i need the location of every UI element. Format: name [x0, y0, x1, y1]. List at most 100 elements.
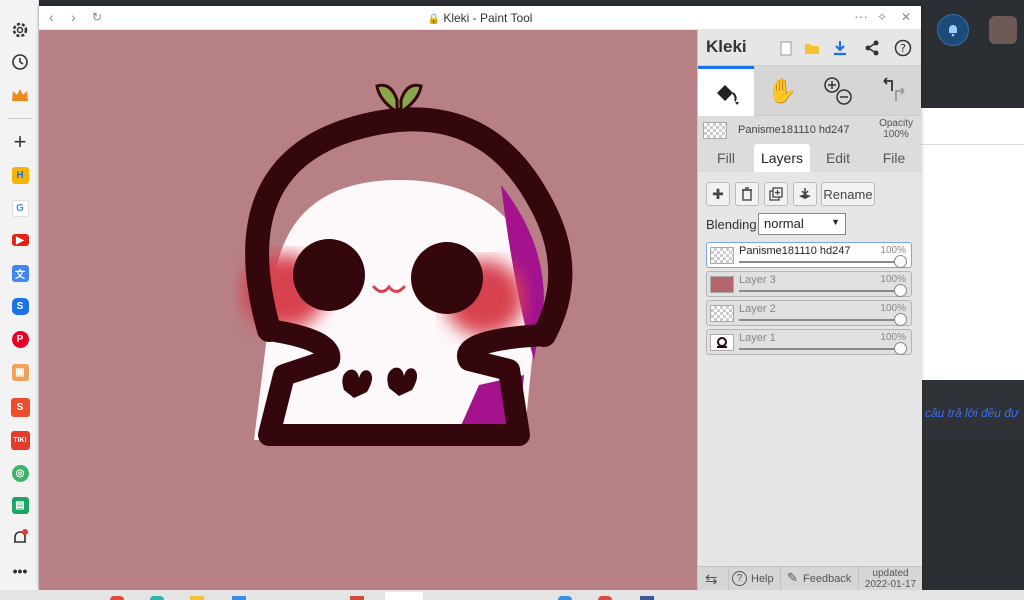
zoom-icon[interactable] — [810, 66, 866, 116]
updated-info: updated 2022-01-17 — [858, 567, 922, 591]
tiki-icon[interactable]: TIKI — [9, 429, 31, 451]
hand-icon[interactable]: ✋ — [754, 66, 810, 116]
kleki-window: ‹ › ↻ 🔒 Kleki - Paint Tool ··· ✧ ✕ Kleki… — [39, 6, 922, 591]
rename-button[interactable]: Rename — [821, 182, 875, 206]
new-file-icon[interactable] — [776, 38, 796, 58]
layer-opacity-slider[interactable] — [739, 290, 901, 292]
shopee-icon[interactable]: S — [9, 396, 31, 418]
pinterest-icon[interactable]: P — [9, 328, 31, 350]
brush-preview — [703, 122, 727, 139]
google-icon[interactable]: G — [9, 197, 31, 219]
layer-opacity-slider[interactable] — [739, 319, 901, 321]
sheet-icon[interactable]: ▤ — [9, 494, 31, 516]
drawing-canvas[interactable] — [39, 30, 697, 590]
taskbar-app-icon[interactable] — [385, 592, 423, 600]
taskbar-app-icon[interactable] — [640, 596, 654, 600]
blending-select[interactable]: normal ▼ — [758, 213, 846, 235]
layer-opacity-slider[interactable] — [739, 348, 901, 350]
page-content-block — [921, 108, 1024, 388]
open-folder-icon[interactable] — [802, 38, 822, 58]
browser-sidebar: + H G ▶ 文 S P ▣ S TIKI ◎ ▤ ••• — [0, 0, 39, 590]
opacity-value: 100% — [883, 129, 909, 140]
add-layer-button[interactable]: ✚ — [706, 182, 730, 206]
slider-knob[interactable] — [894, 284, 907, 297]
kleki-panel: Kleki ? ✋ Panisme181110 hd247 Opacity 10… — [697, 30, 922, 591]
slider-knob[interactable] — [894, 342, 907, 355]
layer-row[interactable]: Layer 3 100% — [706, 271, 912, 297]
feedback-button[interactable]: ✎ Feedback — [780, 567, 856, 591]
tab-fill[interactable]: Fill — [698, 144, 754, 172]
lock-icon: 🔒 — [427, 14, 440, 25]
layer-opacity-slider[interactable] — [739, 261, 901, 263]
share-icon[interactable] — [862, 38, 882, 58]
layer-name: Panisme181110 hd247 — [739, 245, 851, 257]
blending-label: Blending — [706, 217, 757, 232]
tab-edit[interactable]: Edit — [810, 144, 866, 172]
panel-footer: ⇆ ? Help ✎ Feedback updated 2022-01-17 — [698, 566, 922, 591]
tab-file[interactable]: File — [866, 144, 922, 172]
cashback-icon[interactable]: S — [9, 295, 31, 317]
swap-icon[interactable]: ⇆ — [705, 570, 718, 588]
panel-header: Kleki ? — [698, 30, 921, 66]
paint-bucket-tool[interactable] — [698, 66, 754, 116]
layer-name: Layer 1 — [739, 332, 776, 344]
crown-icon[interactable] — [9, 84, 31, 106]
pin-icon[interactable]: ✧ — [877, 10, 887, 24]
layer-thumbnail — [710, 305, 734, 322]
youtube-icon[interactable]: ▶ — [9, 229, 31, 251]
undo-redo-icon[interactable] — [866, 66, 922, 116]
chevron-down-icon: ▼ — [831, 217, 840, 227]
layer-row[interactable]: Layer 2 100% — [706, 300, 912, 326]
tool-bar: ✋ — [698, 66, 921, 116]
slider-knob[interactable] — [894, 313, 907, 326]
blending-value: normal — [764, 216, 804, 231]
help-button[interactable]: ? Help — [728, 567, 778, 591]
duplicate-layer-button[interactable] — [764, 182, 788, 206]
tab-layers[interactable]: Layers — [754, 144, 810, 172]
shop-icon[interactable]: ▣ — [9, 361, 31, 383]
help-icon[interactable]: ? — [893, 38, 913, 58]
layer-row[interactable]: Layer 1 100% — [706, 329, 912, 355]
merge-down-button[interactable] — [793, 182, 817, 206]
more-icon[interactable]: ••• — [9, 560, 31, 582]
layer-thumbnail — [710, 247, 734, 264]
title-bar: ‹ › ↻ 🔒 Kleki - Paint Tool ··· ✧ ✕ — [39, 6, 921, 30]
layer-name: Layer 2 — [739, 303, 776, 315]
opacity-label: Opacity — [879, 118, 913, 129]
history-icon[interactable] — [9, 51, 31, 73]
slider-knob[interactable] — [894, 255, 907, 268]
left-eye — [293, 239, 365, 311]
hotels-icon[interactable]: H — [9, 164, 31, 186]
background-page: câu trả lời đều đư — [921, 0, 1024, 590]
translate-icon[interactable]: 文 — [9, 262, 31, 284]
taskbar-app-icon[interactable] — [350, 596, 364, 600]
taskbar-app-icon[interactable] — [190, 596, 204, 600]
taskbar-app-icon[interactable] — [558, 596, 572, 600]
layer-thumbnail — [710, 276, 734, 293]
add-icon[interactable]: + — [9, 129, 31, 154]
brush-row: Panisme181110 hd247 Opacity 100% — [698, 116, 921, 144]
layers-panel: ✚ Rename Blending normal ▼ Panisme181110… — [698, 172, 922, 566]
kleki-logo: Kleki — [706, 37, 747, 56]
taskbar-app-icon[interactable] — [232, 596, 246, 600]
layer-row[interactable]: Panisme181110 hd247 100% — [706, 242, 912, 268]
answer-text: câu trả lời đều đư — [925, 406, 1019, 420]
sprout-left-leaf — [375, 83, 399, 115]
chat-icon[interactable]: ◎ — [9, 462, 31, 484]
feedback-label: Feedback — [803, 573, 852, 585]
download-icon[interactable] — [830, 38, 850, 58]
layer-name: Layer 3 — [739, 274, 776, 286]
settings-icon[interactable] — [9, 19, 31, 41]
window-title: Kleki - Paint Tool — [443, 11, 533, 25]
delete-layer-button[interactable] — [735, 182, 759, 206]
taskbar-app-icon[interactable] — [110, 596, 124, 600]
notification-bell-icon[interactable] — [9, 527, 31, 549]
more-options-icon[interactable]: ··· — [854, 8, 868, 24]
close-icon[interactable]: ✕ — [901, 10, 911, 24]
layer-thumbnail — [710, 334, 734, 351]
taskbar-app-icon[interactable] — [150, 596, 164, 600]
avatar[interactable] — [989, 16, 1017, 44]
right-eye — [411, 242, 483, 314]
notification-bell-icon[interactable] — [937, 14, 969, 46]
taskbar-app-icon[interactable] — [598, 596, 612, 600]
